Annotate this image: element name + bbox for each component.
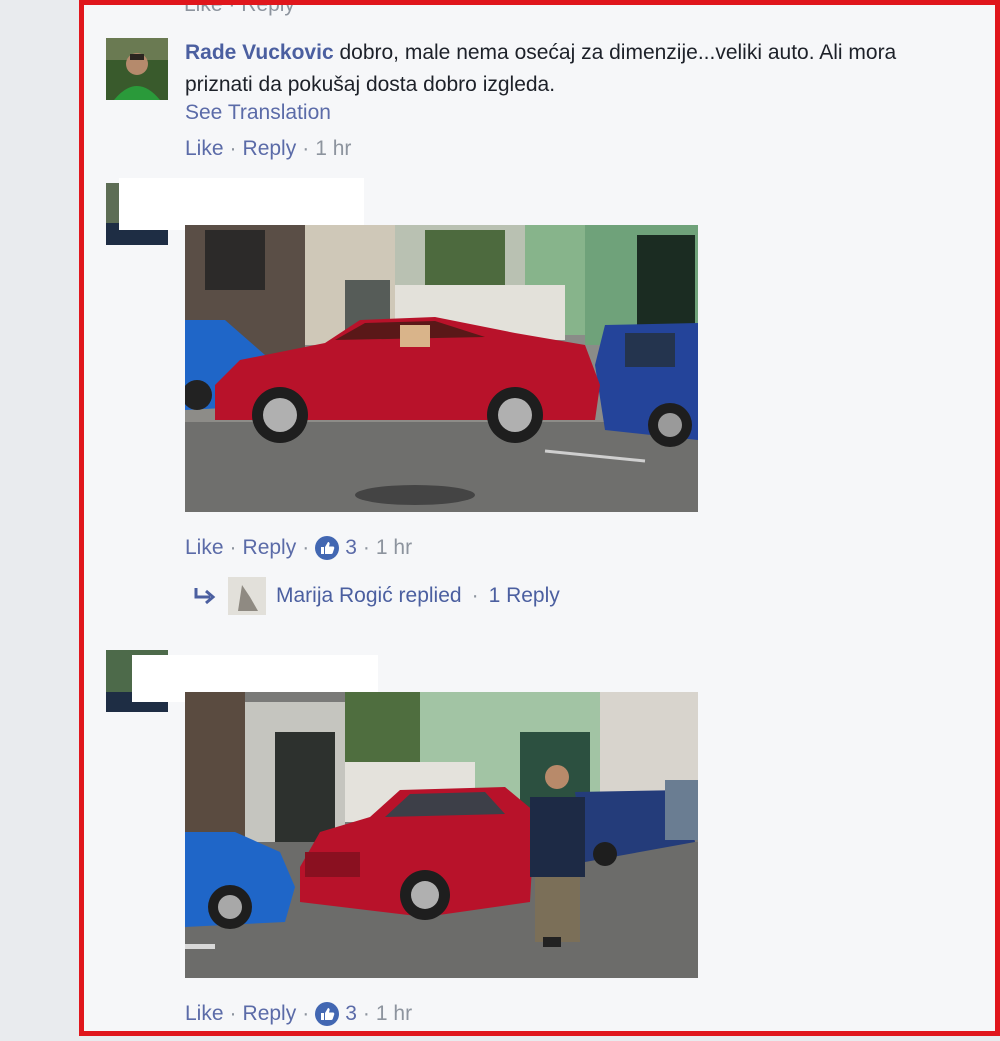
comment-photo[interactable] [185, 225, 698, 512]
cut-off-action-row: Like · Reply [184, 5, 295, 17]
like-link[interactable]: Like [185, 137, 224, 161]
reply-link[interactable]: Reply [243, 536, 297, 560]
reply-link[interactable]: Reply [243, 1002, 297, 1026]
comment-text-line2: priznati da pokušaj dosta dobro izgleda. [185, 73, 556, 96]
comment-author[interactable]: Rade Vuckovic [185, 41, 334, 64]
like-link[interactable]: Like [185, 1002, 224, 1026]
avatar-image [106, 38, 168, 100]
comment-actions: Like · Reply · 3 · 1 hr [185, 1002, 413, 1026]
comment-actions: Like · Reply · 1 hr [185, 137, 352, 161]
replies-summary[interactable]: Marija Rogić replied · 1 Reply [192, 577, 560, 615]
timestamp[interactable]: 1 hr [376, 536, 412, 560]
parked-cars-photo [185, 692, 698, 978]
reaction-count[interactable]: 3 [345, 536, 357, 560]
like-link[interactable]: Like [185, 536, 224, 560]
like-link[interactable]: Like [184, 5, 223, 16]
replier-name[interactable]: Marija Rogić replied [276, 584, 462, 608]
like-icon[interactable] [315, 1002, 340, 1026]
highlight-frame: Like · Reply Rade Vuckovic dobro, male n… [79, 0, 1000, 1036]
redacted-name [119, 178, 364, 230]
timestamp[interactable]: 1 hr [315, 137, 351, 161]
reply-link[interactable]: Reply [241, 5, 295, 16]
page-margin [0, 0, 80, 1041]
reply-link[interactable]: Reply [243, 137, 297, 161]
avatar[interactable] [106, 38, 168, 100]
comment-text-line1: dobro, male nema osećaj za dimenzije...v… [339, 41, 897, 64]
avatar[interactable] [228, 577, 266, 615]
reply-arrow-icon [194, 588, 216, 605]
comment-body: Rade Vuckovic dobro, male nema osećaj za… [185, 37, 995, 101]
timestamp[interactable]: 1 hr [376, 1002, 412, 1026]
parked-cars-photo [185, 225, 698, 512]
see-translation-link[interactable]: See Translation [185, 101, 331, 125]
reaction-count[interactable]: 3 [345, 1002, 357, 1026]
reply-count[interactable]: 1 Reply [489, 584, 560, 608]
comment-photo[interactable] [185, 692, 698, 978]
comment-actions: Like · Reply · 3 · 1 hr [185, 536, 413, 560]
like-icon[interactable] [315, 536, 340, 560]
